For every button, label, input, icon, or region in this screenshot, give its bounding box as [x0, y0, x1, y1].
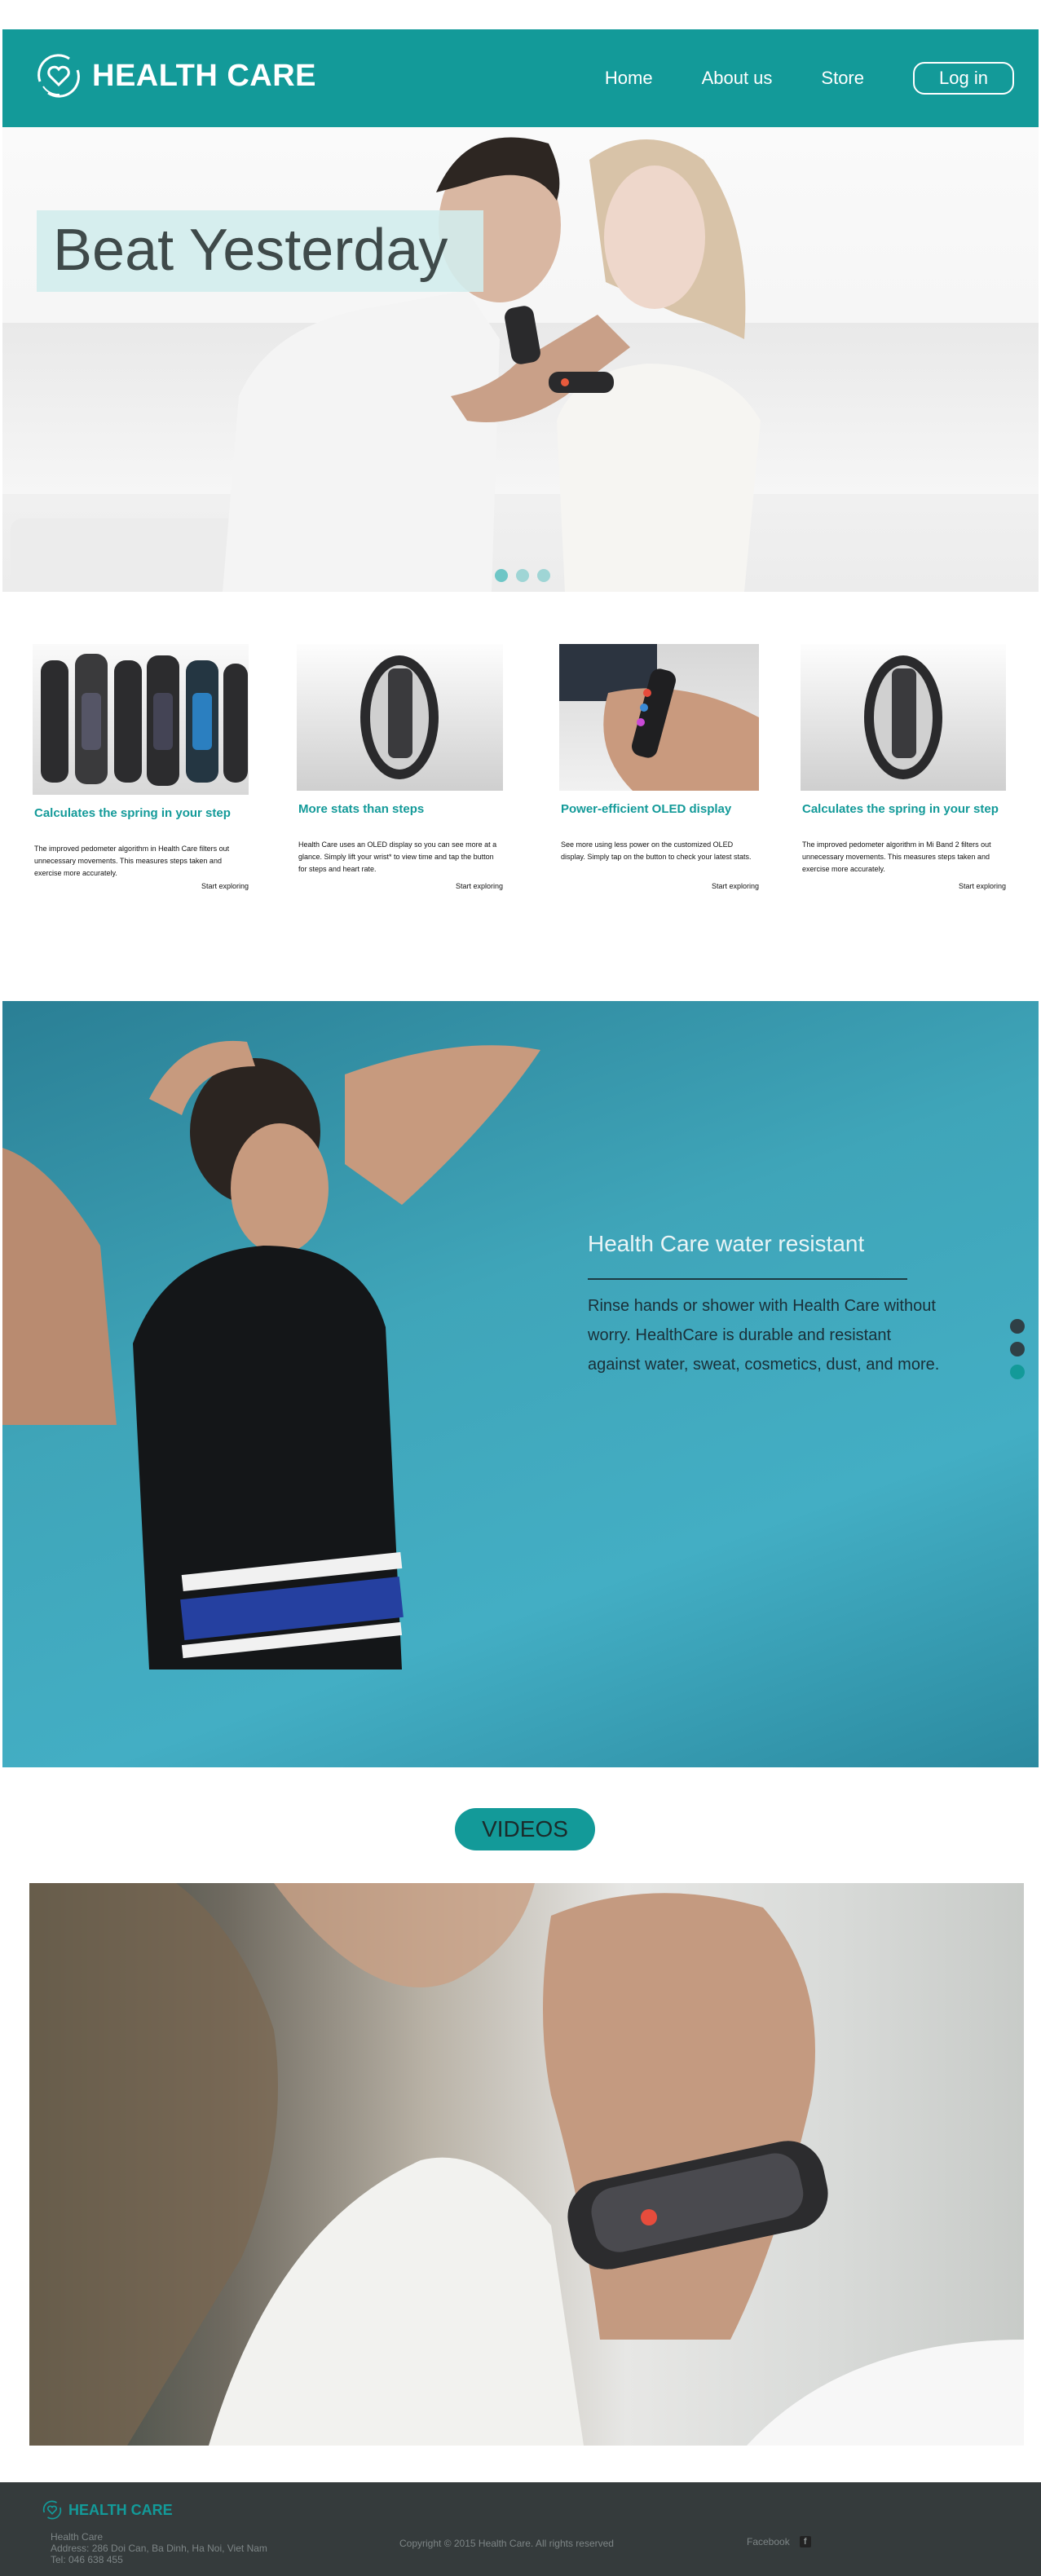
feature-title: Power-efficient OLED display: [561, 802, 732, 816]
wrist-band-photo: [559, 644, 759, 791]
footer-logo[interactable]: HEALTH CARE: [41, 2499, 173, 2521]
login-button[interactable]: Log in: [913, 62, 1014, 95]
couple-photo: [223, 137, 761, 592]
nav-store[interactable]: Store: [821, 68, 864, 89]
video-player[interactable]: [29, 1883, 1024, 2446]
feature-image: [297, 644, 503, 791]
feature-title: Calculates the spring in your step: [34, 806, 231, 820]
feature-title: More stats than steps: [298, 802, 425, 816]
water-title: Health Care water resistant: [588, 1231, 865, 1256]
band-photo: [360, 655, 439, 779]
hero-title-box: Beat Yesterday: [37, 210, 483, 292]
site-header: HEALTH CARE Home About us Store Log in: [2, 29, 1039, 127]
water-resistant-section: Health Care water resistant Rinse hands …: [2, 1001, 1039, 1767]
facebook-icon[interactable]: f: [799, 2536, 811, 2547]
brand-logo[interactable]: HEALTH CARE: [32, 49, 316, 103]
heart-swirl-logo-icon: [37, 54, 80, 98]
carousel-dot-3[interactable]: [537, 569, 550, 582]
band-lineup-photo: [41, 654, 248, 786]
footer-social: Facebook f: [747, 2536, 811, 2547]
facebook-link[interactable]: Facebook: [747, 2536, 790, 2547]
feature-link[interactable]: Start exploring: [201, 882, 249, 890]
carousel-dot-1[interactable]: [495, 569, 508, 582]
feature-link[interactable]: Start exploring: [456, 882, 503, 890]
heart-swirl-logo-icon: [42, 2500, 62, 2520]
footer-company: Health Care: [51, 2531, 104, 2543]
feature-link[interactable]: Start exploring: [712, 882, 759, 890]
feature-text: The improved pedometer algorithm in Heal…: [34, 845, 230, 877]
pager-dot-3[interactable]: [1010, 1365, 1025, 1379]
feature-card: Calculates the spring in your step The i…: [33, 644, 249, 890]
water-divider: [588, 1278, 907, 1280]
feature-card: Calculates the spring in your step The i…: [801, 644, 1006, 890]
nav-about-us[interactable]: About us: [702, 68, 773, 89]
site-footer: HEALTH CARE Health Care Address: 286 Doi…: [0, 2482, 1041, 2576]
carousel-dot-2[interactable]: [516, 569, 529, 582]
main-nav: Home About us Store Log in: [605, 29, 1039, 127]
feature-text: The improved pedometer algorithm in Mi B…: [802, 840, 991, 873]
brand-name: HEALTH CARE: [92, 58, 317, 93]
feature-image: [33, 644, 249, 795]
section-pager: [1010, 1319, 1025, 1387]
hero-carousel-dots: [495, 569, 558, 582]
pager-dot-1[interactable]: [1010, 1319, 1025, 1334]
hero-banner: Beat Yesterday: [2, 127, 1039, 592]
footer-tel: Tel: 046 638 455: [51, 2554, 123, 2565]
footer-brand-name: HEALTH CARE: [68, 2501, 173, 2518]
feature-card: Power-efficient OLED display See more us…: [559, 644, 759, 890]
feature-title: Calculates the spring in your step: [802, 802, 999, 816]
water-text: Rinse hands or shower with Health Care w…: [588, 1297, 940, 1374]
video-thumbnail: [29, 1883, 1024, 2446]
swimmer-photo: [2, 1040, 540, 1670]
footer-copyright: Copyright © 2015 Health Care. All rights…: [399, 2538, 614, 2549]
feature-link[interactable]: Start exploring: [959, 882, 1006, 890]
pager-dot-2[interactable]: [1010, 1342, 1025, 1356]
feature-text: Health Care uses an OLED display so you …: [298, 840, 497, 873]
feature-card: More stats than steps Health Care uses a…: [297, 644, 503, 890]
hero-title: Beat Yesterday: [53, 218, 448, 283]
hero-sofa: [11, 518, 239, 592]
footer-address: Address: 286 Doi Can, Ba Dinh, Ha Noi, V…: [51, 2543, 267, 2554]
feature-image: [559, 644, 759, 791]
videos-button[interactable]: VIDEOS: [455, 1808, 595, 1850]
feature-image: [801, 644, 1006, 791]
feature-text: See more using less power on the customi…: [561, 840, 752, 861]
band-photo: [864, 655, 942, 779]
nav-home[interactable]: Home: [605, 68, 653, 89]
footer-contact: Health Care Address: 286 Doi Can, Ba Din…: [51, 2531, 267, 2565]
